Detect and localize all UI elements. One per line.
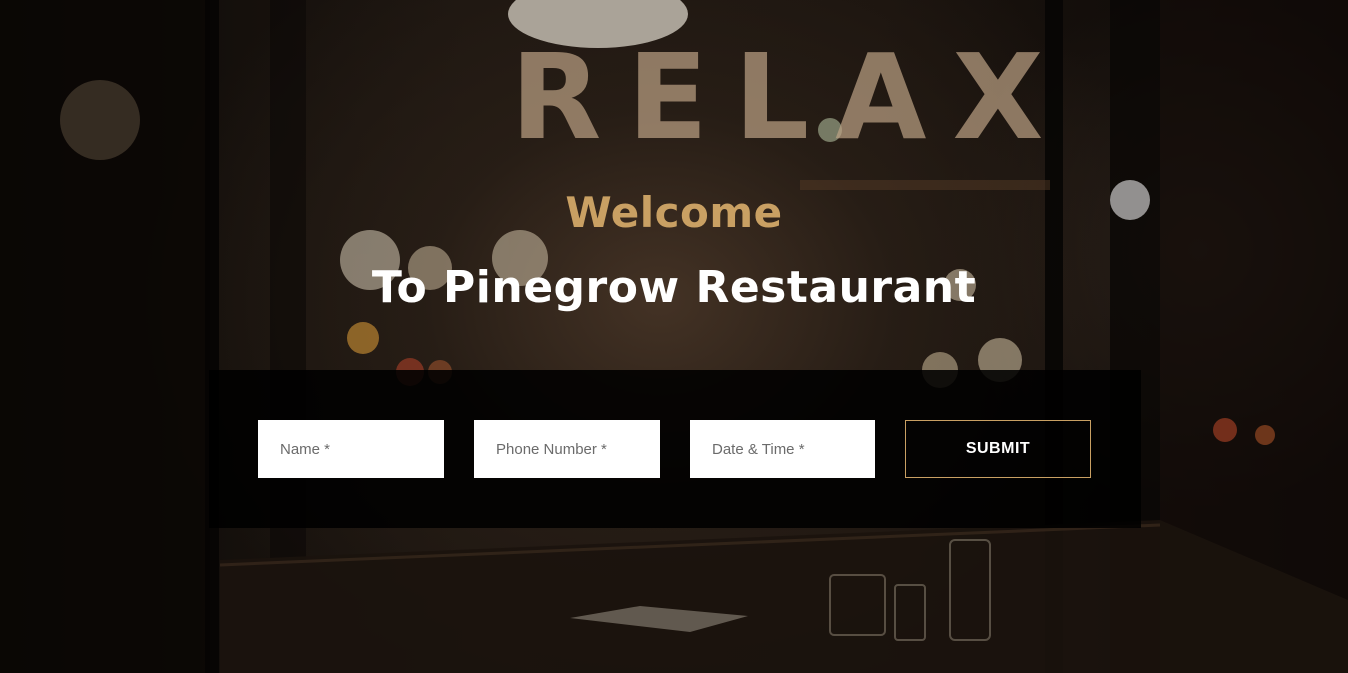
restaurant-background-image: RELAX [0, 0, 1348, 673]
welcome-heading: Welcome [565, 188, 783, 237]
phone-number-input[interactable] [474, 420, 660, 478]
restaurant-title: To Pinegrow Restaurant [371, 262, 977, 313]
reservation-form: SUBMIT [209, 370, 1141, 528]
submit-button[interactable]: SUBMIT [905, 420, 1091, 478]
hero-section: RELAX Welcome To Pinegrow Restaurant SUB… [0, 0, 1348, 673]
relax-sign-text: RELAX [511, 28, 1070, 166]
date-time-input[interactable] [690, 420, 875, 478]
name-input[interactable] [258, 420, 444, 478]
